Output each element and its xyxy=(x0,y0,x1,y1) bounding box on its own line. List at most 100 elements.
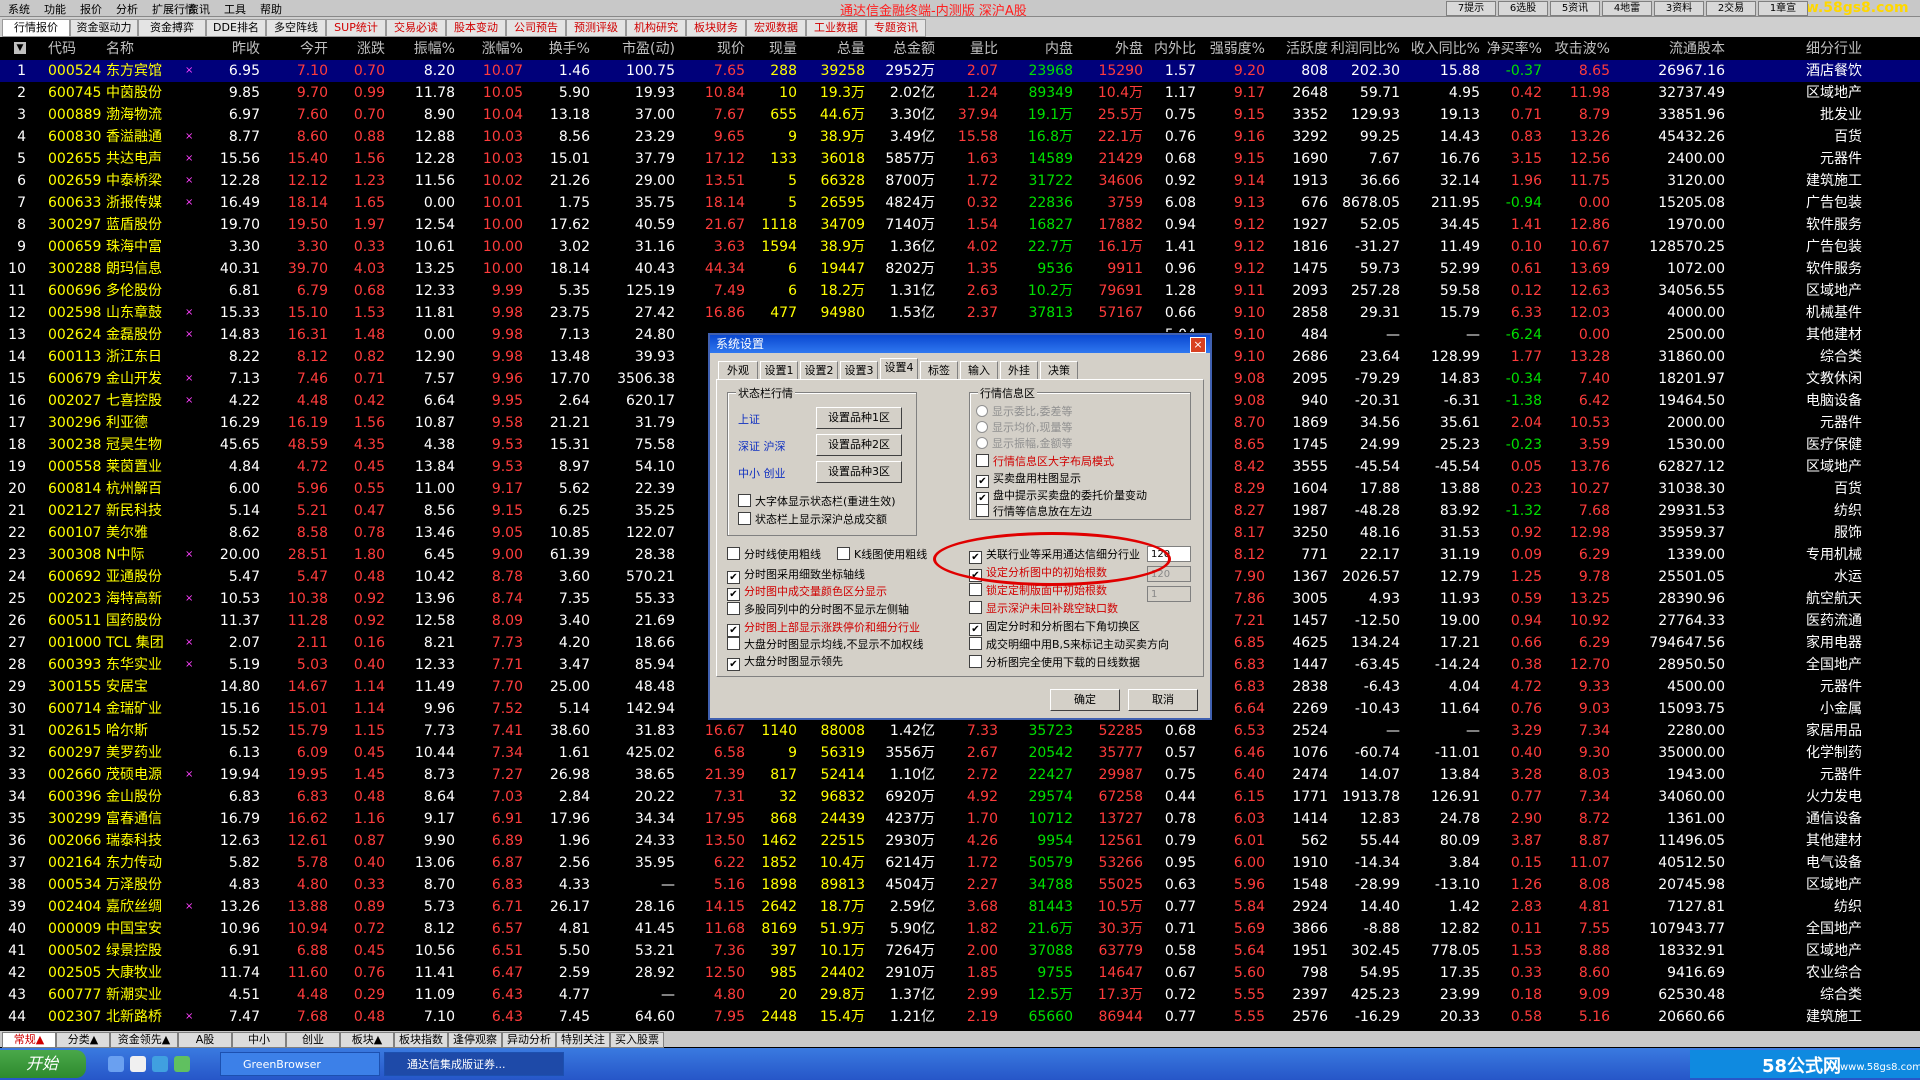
dialog-tab-7[interactable]: 外挂 xyxy=(1000,361,1038,379)
toolbar-button-3[interactable]: 4地雷 xyxy=(1602,1,1652,16)
bottom-tab-4[interactable]: 中小 xyxy=(232,1032,286,1048)
column-header[interactable]: 市盈(动) xyxy=(622,38,675,60)
bottom-tab-10[interactable]: 特别关注 xyxy=(556,1032,610,1048)
table-row[interactable]: 6 002659 中泰桥梁 12.28 12.12 1.23 11.56 10.02 21.26… xyxy=(0,170,1920,192)
toolbar-button-2[interactable]: 5资讯 xyxy=(1550,1,1600,16)
menu-item-7[interactable]: 帮助 xyxy=(260,1,282,17)
option-bar-chart[interactable]: ✔ 买卖盘用柱图显示 xyxy=(976,470,1081,488)
table-row[interactable]: 37 002164 东力传动 5.82 5.78 0.40 13.06 6.87 2.56 35.… xyxy=(0,852,1920,874)
table-row[interactable]: 8 300297 蓝盾股份 19.70 19.50 1.97 12.54 10.00 17.62… xyxy=(0,214,1920,236)
option-show-turnover[interactable]: 状态栏上显示深沪总成交额 xyxy=(738,511,887,527)
table-row[interactable]: 12 002598 山东章鼓 15.33 15.10 1.53 11.81 9.98 23.75… xyxy=(0,302,1920,324)
left-option-1[interactable]: K线图使用粗线 xyxy=(837,546,927,562)
tab-8[interactable]: 公司预告 xyxy=(506,19,566,37)
option-large-font[interactable]: 大字体显示状态栏(重进生效) xyxy=(738,493,896,509)
right-option-3[interactable]: 显示深沪未回补跳空缺口数 xyxy=(969,600,1118,616)
column-header[interactable]: 名称 xyxy=(106,38,134,60)
tab-11[interactable]: 板块财务 xyxy=(686,19,746,37)
left-option-0[interactable]: 分时线使用粗线 xyxy=(727,546,821,562)
tab-10[interactable]: 机构研究 xyxy=(626,19,686,37)
dialog-tab-4[interactable]: 设置4 xyxy=(880,358,918,380)
column-header[interactable]: 利润同比% xyxy=(1331,38,1400,60)
right-option-4[interactable]: ✔ 固定分时和分析图右下角切换区 xyxy=(969,618,1140,636)
right-option-6[interactable]: 分析图完全使用下载的日线数据 xyxy=(969,654,1140,670)
bottom-tab-2[interactable]: 资金领先▲ xyxy=(110,1032,178,1048)
column-header[interactable]: 强弱度% xyxy=(1210,38,1265,60)
radio-amplitude[interactable]: 显示振幅,金额等 xyxy=(976,435,1073,451)
column-header[interactable]: 振幅% xyxy=(414,38,455,60)
tab-7[interactable]: 股本变动 xyxy=(446,19,506,37)
start-button[interactable]: 开始 xyxy=(0,1050,86,1078)
column-header[interactable]: 总量 xyxy=(837,38,865,60)
left-option-7[interactable]: ✔ 大盘分时图显示领先 xyxy=(727,653,843,671)
bottom-tab-11[interactable]: 买入股票 xyxy=(610,1032,664,1048)
table-row[interactable]: 10 300288 朗玛信息 40.31 39.70 4.03 13.25 10.00 18.1… xyxy=(0,258,1920,280)
column-header[interactable]: 换手% xyxy=(549,38,590,60)
ok-button[interactable]: 确定 xyxy=(1050,689,1120,711)
column-header[interactable]: 流通股本 xyxy=(1669,38,1725,60)
table-row[interactable]: 5 002655 共达电声 15.56 15.40 1.56 12.28 10.03 15.01… xyxy=(0,148,1920,170)
cancel-button[interactable]: 取消 xyxy=(1128,689,1198,711)
table-row[interactable]: 44 002307 北新路桥 7.47 7.68 0.48 7.10 6.43 7.45 64.6… xyxy=(0,1006,1920,1028)
table-row[interactable]: 9 000659 珠海中富 3.30 3.30 0.33 10.61 10.00 3.02 31.… xyxy=(0,236,1920,258)
toolbar-button-6[interactable]: 1章宣 xyxy=(1758,1,1808,16)
table-row[interactable]: 1 000524 东方宾馆 6.95 7.10 0.70 8.20 10.07 1.46 100.… xyxy=(0,60,1920,82)
column-header[interactable]: 活跃度 xyxy=(1286,38,1328,60)
tab-4[interactable]: 多空阵线 xyxy=(266,19,326,37)
bottom-tab-6[interactable]: 板块▲ xyxy=(340,1032,394,1048)
dialog-tab-2[interactable]: 设置2 xyxy=(800,361,838,379)
column-header[interactable]: 量比 xyxy=(970,38,998,60)
bottom-tab-5[interactable]: 创业 xyxy=(286,1032,340,1048)
table-row[interactable]: 43 600777 新潮实业 4.51 4.48 0.29 11.09 6.43 4.77 — 4.… xyxy=(0,984,1920,1006)
toolbar-button-1[interactable]: 6选股 xyxy=(1498,1,1548,16)
tab-2[interactable]: 资金搏弈 xyxy=(138,19,206,37)
set-zone3-button[interactable]: 设置品种3区 xyxy=(816,461,902,483)
dialog-tab-1[interactable]: 设置1 xyxy=(760,361,798,379)
column-header[interactable]: 代码 xyxy=(48,38,76,60)
table-row[interactable]: 36 002066 瑞泰科技 12.63 12.61 0.87 9.90 6.89 1.96 24… xyxy=(0,830,1920,852)
table-row[interactable]: 40 000009 中国宝安 10.96 10.94 0.72 8.12 6.57 4.81 41… xyxy=(0,918,1920,940)
column-header[interactable]: 总金额 xyxy=(893,38,935,60)
bottom-tab-8[interactable]: 逢停观察 xyxy=(448,1032,502,1048)
table-row[interactable]: 7 600633 浙报传媒 16.49 18.14 1.65 0.00 10.01 1.75 35… xyxy=(0,192,1920,214)
tab-1[interactable]: 资金驱动力 xyxy=(70,19,138,37)
toolbar-button-4[interactable]: 3资料 xyxy=(1654,1,1704,16)
table-row[interactable]: 38 000534 万泽股份 4.83 4.80 0.33 8.70 6.83 4.33 — 5.1… xyxy=(0,874,1920,896)
media-icon[interactable] xyxy=(174,1056,190,1072)
dialog-tab-3[interactable]: 设置3 xyxy=(840,361,878,379)
toolbar-button-0[interactable]: 7提示 xyxy=(1446,1,1496,16)
column-header[interactable]: 内外比 xyxy=(1154,38,1196,60)
menu-item-5[interactable]: 资讯 xyxy=(188,1,210,17)
tab-9[interactable]: 预测评级 xyxy=(566,19,626,37)
menu-item-6[interactable]: 工具 xyxy=(224,1,246,17)
table-row[interactable]: 4 600830 香溢融通 8.77 8.60 0.88 12.88 10.03 8.56 23.… xyxy=(0,126,1920,148)
column-header[interactable]: 收入同比% xyxy=(1411,38,1480,60)
column-header[interactable]: 外盘 xyxy=(1115,38,1143,60)
column-header[interactable]: 现价 xyxy=(717,38,745,60)
table-row[interactable]: 41 000502 绿景控股 6.91 6.88 0.45 10.56 6.51 5.50 53.… xyxy=(0,940,1920,962)
option-info-left[interactable]: 行情等信息放在左边 xyxy=(976,503,1092,519)
bottom-tab-0[interactable]: 常规▲ xyxy=(2,1032,56,1048)
gap-count-input[interactable]: 1 xyxy=(1147,586,1191,602)
menu-item-3[interactable]: 分析 xyxy=(116,1,138,17)
left-option-5[interactable]: ✔ 分时图上部显示涨跌停价和细分行业 xyxy=(727,619,920,637)
left-option-3[interactable]: ✔ 分时图中成交量颜色区分显示 xyxy=(727,583,887,601)
column-header[interactable]: 现量 xyxy=(769,38,797,60)
desktop-icon[interactable] xyxy=(130,1056,146,1072)
tab-12[interactable]: 宏观数据 xyxy=(746,19,806,37)
chevron-down-icon[interactable]: ▼ xyxy=(14,42,26,54)
menu-item-0[interactable]: 系统 xyxy=(8,1,30,17)
column-header[interactable]: 攻击波% xyxy=(1555,38,1610,60)
bottom-tab-1[interactable]: 分类▲ xyxy=(56,1032,110,1048)
table-row[interactable]: 11 600696 多伦股份 6.81 6.79 0.68 12.33 9.99 5.35 125… xyxy=(0,280,1920,302)
tab-0[interactable]: 行情报价 xyxy=(2,19,70,37)
column-header[interactable]: 细分行业 xyxy=(1806,38,1862,60)
right-option-5[interactable]: 成交明细中用B,S来标记主动买卖方向 xyxy=(969,636,1169,652)
set-zone2-button[interactable]: 设置品种2区 xyxy=(816,434,902,456)
radio-bid-ratio[interactable]: 显示委比,委差等 xyxy=(976,403,1073,419)
column-header[interactable]: 涨幅% xyxy=(482,38,523,60)
table-row[interactable]: 35 300299 富春通信 16.79 16.62 1.16 9.17 6.91 17.96 3… xyxy=(0,808,1920,830)
table-row[interactable]: 33 002660 茂硕电源 19.94 19.95 1.45 8.73 7.27 26.98 3… xyxy=(0,764,1920,786)
column-header[interactable]: 内盘 xyxy=(1045,38,1073,60)
tab-5[interactable]: SUP统计 xyxy=(326,19,386,37)
